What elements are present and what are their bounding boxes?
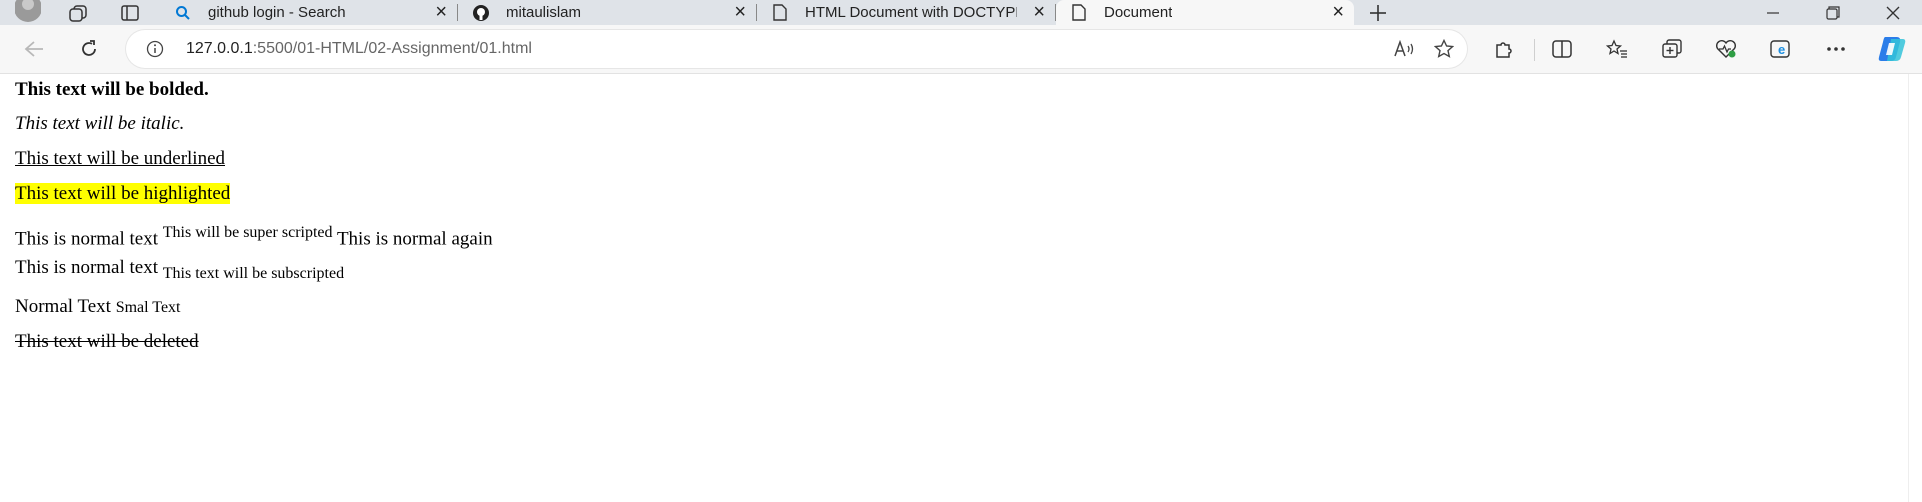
profile-avatar[interactable]	[8, 0, 48, 25]
vertical-tabs-icon	[121, 4, 139, 21]
tab-label: HTML Document with DOCTYPE	[805, 4, 1017, 21]
small-text: Smal Text	[115, 299, 181, 316]
subscript-text: This text will be subscripted	[162, 264, 345, 282]
italic-text: This text will be italic.	[15, 113, 185, 134]
collections-icon	[1662, 39, 1682, 58]
vertical-tabs-button[interactable]	[110, 0, 150, 25]
underlined-text: This text will be underlined	[15, 148, 226, 169]
site-info-icon[interactable]	[146, 40, 164, 63]
split-screen-icon	[1552, 40, 1572, 58]
tab-html-document-doctype[interactable]: HTML Document with DOCTYPE ×	[757, 0, 1056, 25]
favorites-icon	[1606, 39, 1627, 58]
minimize-icon	[1767, 11, 1779, 14]
restore-icon	[1826, 5, 1840, 20]
ie-mode-button[interactable]: e	[1761, 25, 1801, 73]
vertical-scrollbar[interactable]	[1908, 74, 1922, 502]
bold-paragraph: This text will be bolded.	[15, 79, 209, 101]
tab-mitaulislam[interactable]: mitaulislam ×	[458, 0, 757, 25]
browser-essentials-button[interactable]	[1706, 25, 1746, 73]
new-tab-button[interactable]	[1358, 0, 1398, 25]
normal-text: Normal Text	[15, 296, 111, 317]
browser-toolbar: 127.0.0.1:5500/01-HTML/02-Assignment/01.…	[0, 25, 1922, 74]
normal-text: This is normal text	[15, 228, 159, 250]
favorite-star-button[interactable]	[1426, 30, 1462, 68]
close-window-button[interactable]	[1868, 0, 1918, 25]
star-icon	[1434, 39, 1454, 58]
tab-label: mitaulislam	[506, 4, 582, 21]
workspaces-button[interactable]	[58, 0, 98, 25]
normal-text: This is normal text	[15, 257, 159, 278]
read-aloud-icon	[1394, 40, 1414, 57]
search-icon	[174, 4, 192, 22]
favorites-button[interactable]	[1597, 25, 1637, 73]
tab-document[interactable]: Document ×	[1056, 0, 1354, 25]
superscript-text: This will be super scripted	[162, 224, 333, 241]
restore-button[interactable]	[1808, 0, 1858, 25]
copilot-button[interactable]	[1872, 25, 1912, 73]
address-bar[interactable]: 127.0.0.1:5500/01-HTML/02-Assignment/01.…	[126, 30, 1467, 68]
back-button[interactable]	[14, 25, 54, 73]
small-paragraph: Normal Text Smal Text	[15, 296, 181, 319]
minimize-button[interactable]	[1748, 0, 1798, 25]
url-host: 127.0.0.1	[186, 40, 253, 57]
ellipsis-icon	[1827, 47, 1845, 51]
tab-close-button[interactable]: ×	[734, 0, 746, 25]
workspaces-icon	[69, 4, 87, 22]
read-aloud-button[interactable]	[1386, 30, 1422, 68]
split-screen-button[interactable]	[1542, 25, 1582, 73]
tab-label: github login - Search	[208, 4, 346, 21]
heart-pulse-icon	[1716, 39, 1736, 58]
url-text[interactable]: 127.0.0.1:5500/01-HTML/02-Assignment/01.…	[186, 30, 532, 68]
deleted-text: This text will be deleted	[15, 331, 199, 352]
tab-close-button[interactable]: ×	[435, 0, 447, 25]
italic-paragraph: This text will be italic.	[15, 113, 184, 135]
subscript-paragraph: This is normal text This text will be su…	[15, 257, 344, 285]
superscript-paragraph: This is normal text This will be super s…	[15, 222, 493, 250]
tab-strip: github login - Search × mitaulislam × HT…	[0, 0, 1922, 25]
page-content: This text will be bolded. This text will…	[0, 74, 1908, 502]
tab-close-button[interactable]: ×	[1332, 0, 1344, 25]
underline-paragraph: This text will be underlined	[15, 148, 225, 170]
ie-mode-icon: e	[1770, 40, 1790, 58]
tab-label: Document	[1104, 4, 1173, 21]
deleted-paragraph: This text will be deleted	[15, 331, 199, 353]
toolbar-divider	[1534, 39, 1535, 61]
avatar-icon	[15, 0, 41, 22]
page-icon	[771, 4, 789, 22]
tab-close-button[interactable]: ×	[1033, 0, 1045, 25]
puzzle-icon	[1496, 42, 1512, 58]
collections-button[interactable]	[1652, 25, 1692, 73]
back-arrow-icon	[24, 41, 43, 57]
plus-icon	[1370, 4, 1386, 21]
page-icon	[1070, 4, 1088, 22]
highlighted-text: This text will be highlighted	[15, 183, 231, 204]
refresh-icon	[82, 40, 96, 56]
close-icon	[1886, 6, 1900, 19]
url-path: :5500/01-HTML/02-Assignment/01.html	[252, 40, 532, 57]
github-icon	[472, 4, 490, 22]
normal-again-text: This is normal again	[336, 228, 493, 250]
more-menu-button[interactable]	[1816, 25, 1856, 73]
refresh-button[interactable]	[69, 25, 109, 73]
highlight-paragraph: This text will be highlighted	[15, 183, 231, 205]
extensions-button[interactable]	[1484, 25, 1524, 73]
copilot-icon	[1878, 37, 1906, 61]
tab-github-login-search[interactable]: github login - Search ×	[160, 0, 458, 25]
svg-text:e: e	[1778, 42, 1785, 57]
bold-text: This text will be bolded.	[15, 79, 209, 100]
